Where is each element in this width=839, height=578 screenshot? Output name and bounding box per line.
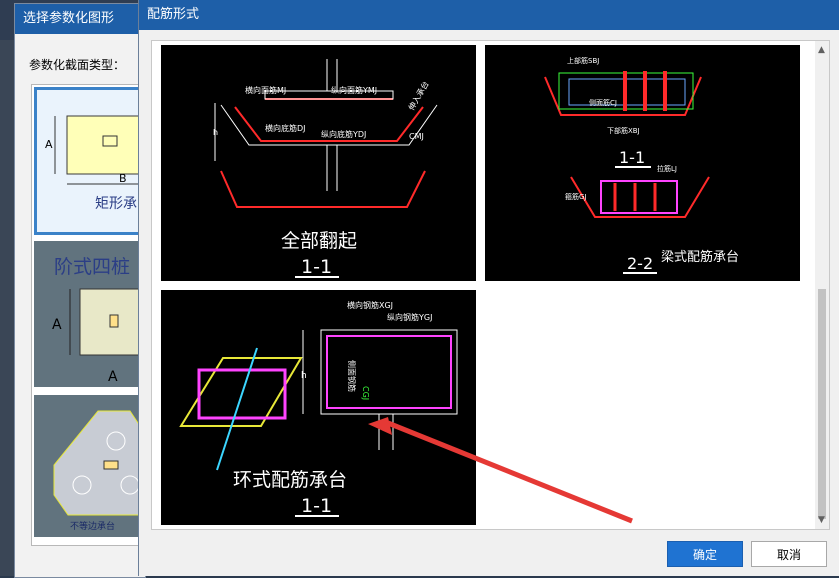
reinforcement-options-panel: h 横向面筋MJ 纵向面筋YMJ 横向底筋DJ 纵向底筋YDJ CMJ 伸入承台…	[151, 40, 830, 530]
shape-list[interactable]: A B 矩形承台 阶式四桩 A A 不等边承台	[31, 84, 147, 546]
dim-a-bottom: A	[108, 369, 118, 385]
shape-thumb-step[interactable]: 阶式四桩 A A	[34, 241, 146, 387]
reinforcement-dialog: 配筋形式 h 横向面筋MJ 纵向面筋YMJ 横向底筋DJ 纵向底筋YDJ CMJ	[138, 0, 839, 576]
thumb-caption: 阶式四桩	[54, 256, 130, 278]
annotation-arrow-icon	[368, 417, 633, 524]
dim-a-label: A	[45, 138, 53, 151]
cancel-button[interactable]: 取消	[751, 541, 827, 567]
dialog-title: 配筋形式	[139, 0, 839, 30]
parametric-shape-dialog: 选择参数化图形 参数化截面类型： A B 矩形承台 阶式四桩 A A	[14, 3, 147, 578]
thumb-caption: 矩形承台	[95, 196, 143, 212]
step-cap-preview: 阶式四桩 A A	[52, 256, 146, 385]
thumb-caption: 不等边承台	[70, 520, 115, 532]
irregular-cap-preview: 不等边承台	[53, 410, 146, 532]
rect-cap-preview: A B 矩形承台	[45, 115, 143, 212]
dim-b-label: B	[119, 172, 127, 185]
shape-thumb-rect[interactable]: A B 矩形承台	[34, 87, 146, 235]
section-type-label: 参数化截面类型：	[29, 58, 126, 72]
dim-a-label: A	[52, 317, 62, 333]
ok-button[interactable]: 确定	[667, 541, 743, 567]
parametric-dialog-title: 选择参数化图形	[15, 4, 145, 34]
shape-thumb-irregular[interactable]: 不等边承台	[34, 395, 146, 537]
